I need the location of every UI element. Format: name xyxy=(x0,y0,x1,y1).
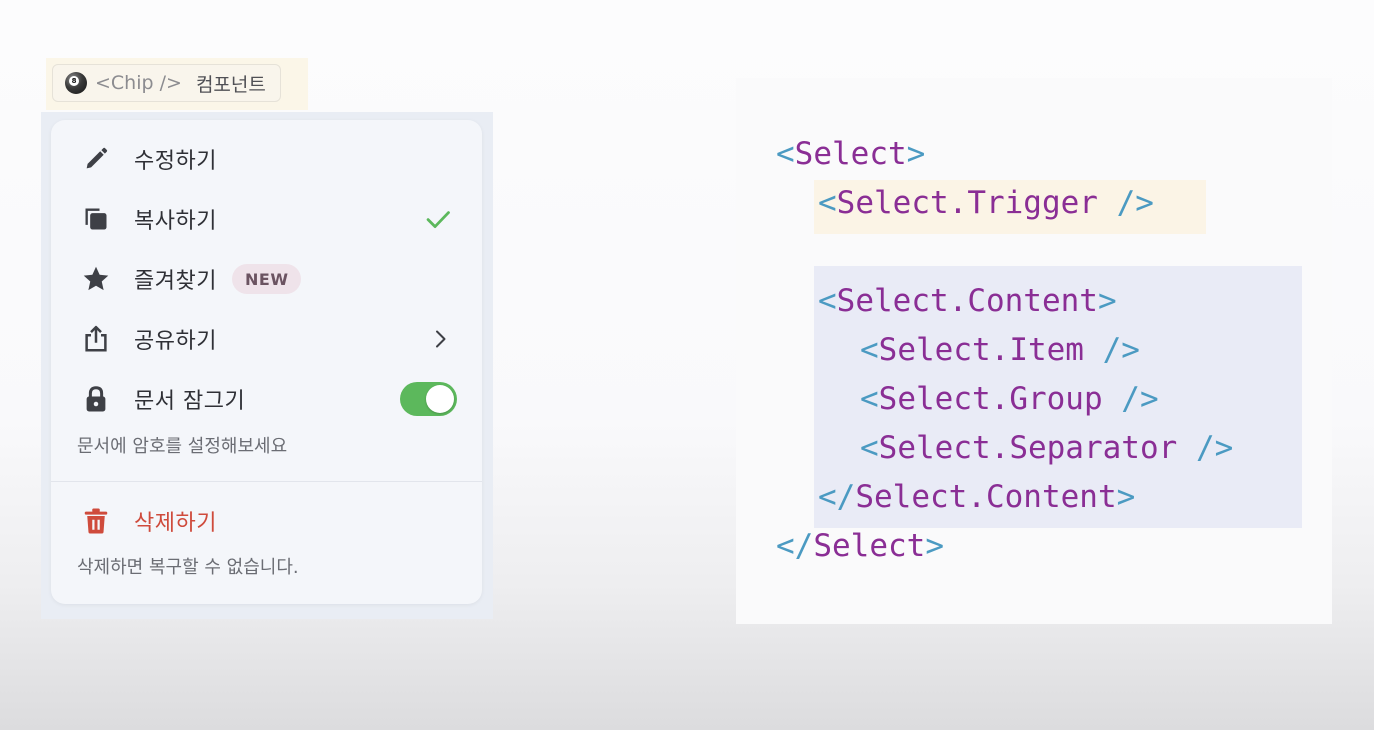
chip-component-label: <Chip /> 컴포넌트 xyxy=(52,64,281,102)
menu-item-lock-document: 문서 잠그기 xyxy=(51,374,482,424)
menu-item-label: 삭제하기 xyxy=(134,511,217,536)
menu-item-label: 즐겨찾기 xyxy=(134,269,217,294)
toggle-knob xyxy=(426,385,454,413)
trash-icon xyxy=(79,504,113,538)
lock-icon xyxy=(79,382,113,416)
copy-icon xyxy=(79,202,113,236)
code-line-select-trigger: <Select.Trigger /> xyxy=(818,185,1154,221)
star-icon xyxy=(79,262,113,296)
chip-label: 컴포넌트 xyxy=(195,73,266,96)
menu-item-label: 복사하기 xyxy=(134,209,217,234)
lock-description: 문서에 암호를 설정해보세요 xyxy=(77,436,288,457)
menu-highlight: 수정하기 복사하기 즐겨찾기 NEW 공유하기 문서 잠그기 문서에 암호를 설… xyxy=(41,112,493,619)
menu-item-share[interactable]: 공유하기 xyxy=(51,314,482,364)
new-badge: NEW xyxy=(232,264,302,294)
code-line-select-open: <Select> xyxy=(776,136,926,172)
context-menu: 수정하기 복사하기 즐겨찾기 NEW 공유하기 문서 잠그기 문서에 암호를 설… xyxy=(51,120,482,604)
menu-item-label: 공유하기 xyxy=(134,329,217,354)
delete-description: 삭제하면 복구할 수 없습니다. xyxy=(77,557,299,578)
code-line-select-close: </Select> xyxy=(776,528,944,564)
menu-divider xyxy=(51,481,482,482)
lock-toggle-switch[interactable] xyxy=(400,382,457,416)
menu-item-label: 수정하기 xyxy=(134,149,217,174)
code-line-select-content-open: <Select.Content> xyxy=(818,283,1117,319)
code-line-select-separator: <Select.Separator /> xyxy=(860,430,1234,466)
menu-item-label: 문서 잠그기 xyxy=(134,389,246,414)
8-ball-icon xyxy=(65,72,87,94)
code-line-select-content-close: </Select.Content> xyxy=(818,479,1136,515)
pencil-icon xyxy=(79,142,113,176)
code-line-select-item: <Select.Item /> xyxy=(860,332,1140,368)
chip-code-text: <Chip /> xyxy=(95,72,182,94)
check-icon xyxy=(424,205,452,233)
menu-item-copy[interactable]: 복사하기 xyxy=(51,194,482,244)
chip-highlight: <Chip /> 컴포넌트 xyxy=(46,58,308,110)
chevron-right-icon xyxy=(428,327,452,351)
menu-item-favorite[interactable]: 즐겨찾기 NEW xyxy=(51,254,482,304)
share-icon xyxy=(79,322,113,356)
menu-item-delete[interactable]: 삭제하기 xyxy=(51,496,482,546)
menu-item-edit[interactable]: 수정하기 xyxy=(51,134,482,184)
code-line-select-group: <Select.Group /> xyxy=(860,381,1159,417)
